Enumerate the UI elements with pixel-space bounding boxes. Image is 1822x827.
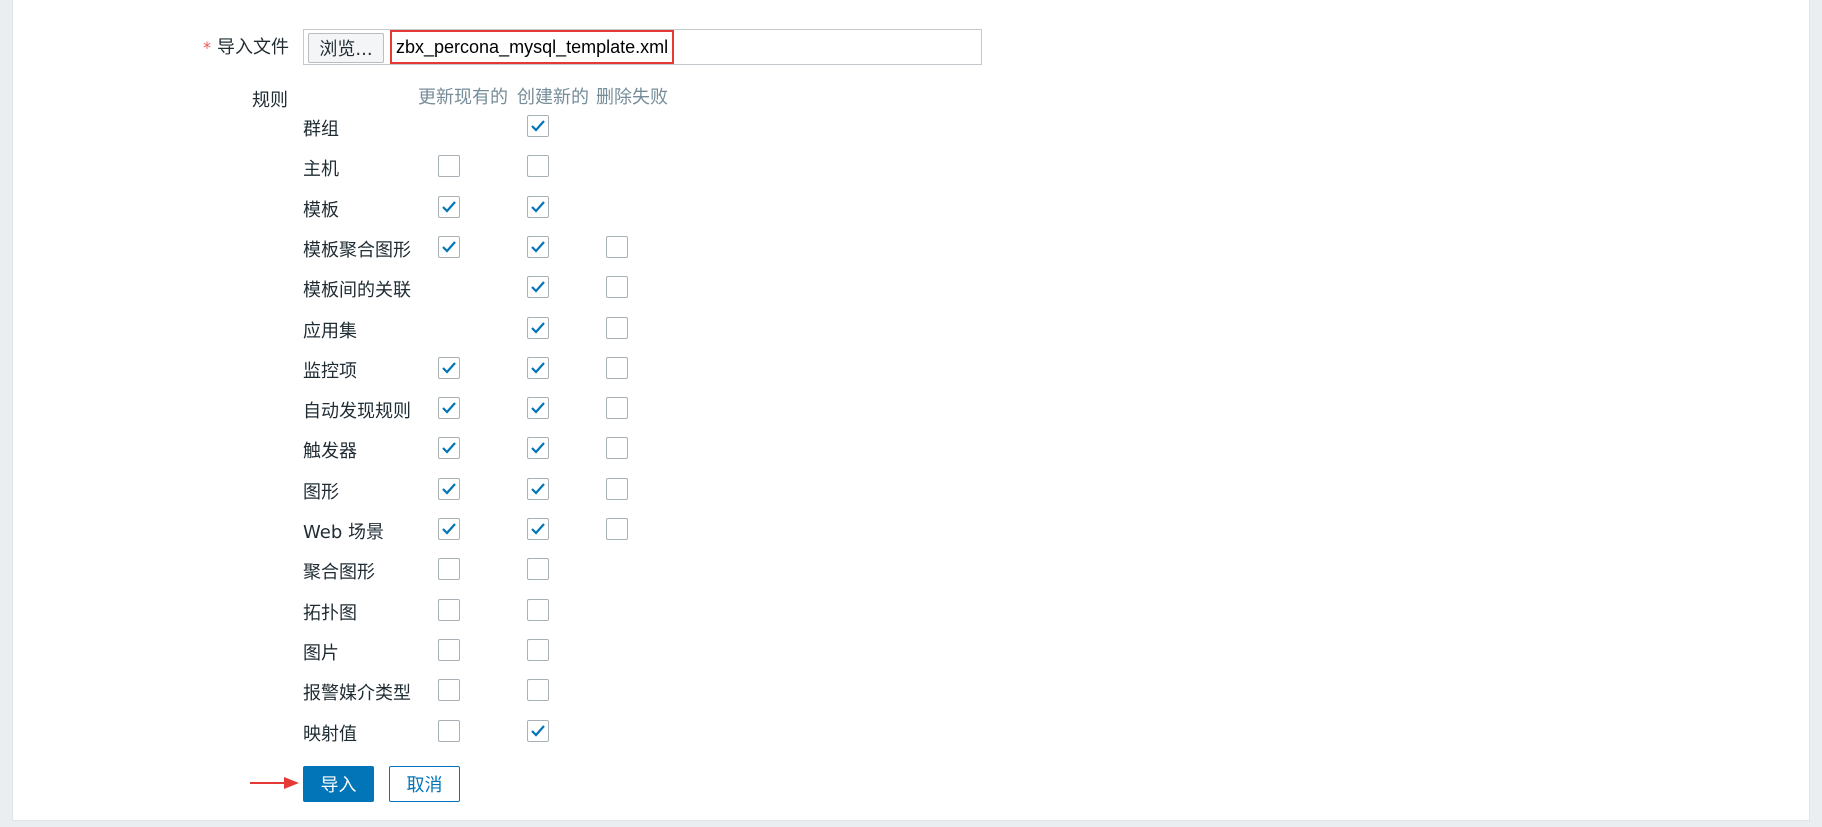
rule-label: 自动发现规则 (303, 401, 411, 423)
rule-checkbox-delete[interactable] (606, 477, 628, 500)
rule-checkbox-delete[interactable] (606, 276, 628, 299)
import-panel (12, 0, 1810, 821)
check-icon (531, 482, 545, 495)
check-icon (531, 241, 545, 253)
rule-checkbox-update[interactable] (438, 356, 460, 379)
rule-checkbox-delete[interactable] (606, 356, 628, 379)
rule-label: 主机 (303, 159, 339, 181)
rule-checkbox-update[interactable] (438, 235, 460, 258)
rule-label: 模板聚合图形 (303, 239, 411, 261)
rule-checkbox-create[interactable] (527, 276, 549, 299)
rule-label: 模板 (303, 199, 339, 221)
rule-checkbox-create[interactable] (527, 356, 549, 379)
check-icon (442, 523, 456, 535)
rule-checkbox-create[interactable] (527, 115, 549, 137)
rule-checkbox-update[interactable] (438, 719, 460, 742)
rule-checkbox-update[interactable] (438, 155, 460, 178)
rule-checkbox-update[interactable] (438, 477, 460, 500)
rule-checkbox-create[interactable] (527, 397, 549, 420)
rule-label: Web 场景 (303, 522, 384, 543)
check-icon (442, 362, 456, 374)
rule-checkbox-create[interactable] (527, 437, 549, 460)
rule-checkbox-create[interactable] (527, 235, 549, 258)
check-icon (531, 281, 545, 293)
check-icon (442, 442, 456, 454)
check-icon (531, 362, 545, 374)
rule-label: 触发器 (303, 441, 357, 463)
rule-checkbox-create[interactable] (527, 719, 549, 742)
check-icon (531, 200, 545, 213)
rule-checkbox-create[interactable] (527, 558, 549, 581)
column-header-create: 创建新的 (517, 87, 589, 108)
rule-checkbox-delete[interactable] (606, 316, 628, 339)
check-icon (531, 402, 545, 414)
rule-checkbox-create[interactable] (527, 679, 549, 702)
rule-label: 报警媒介类型 (303, 683, 411, 705)
rule-checkbox-delete[interactable] (606, 235, 628, 258)
rule-label: 映射值 (303, 723, 357, 745)
rule-checkbox-update[interactable] (438, 518, 460, 540)
rule-checkbox-create[interactable] (527, 518, 549, 540)
required-mark: * (203, 38, 211, 57)
rule-checkbox-create[interactable] (527, 195, 549, 218)
rule-label: 聚合图形 (303, 562, 375, 584)
check-icon (442, 241, 456, 253)
import-file-label: * 导入文件 (203, 33, 289, 59)
check-icon (531, 523, 545, 535)
check-icon (442, 200, 456, 213)
rule-label: 监控项 (303, 360, 357, 382)
arrow-right-icon (250, 777, 299, 789)
rule-checkbox-create[interactable] (527, 316, 549, 339)
column-header-update: 更新现有的 (418, 87, 508, 108)
rule-label: 应用集 (303, 320, 357, 342)
rule-checkbox-delete[interactable] (606, 437, 628, 460)
rule-checkbox-update[interactable] (438, 558, 460, 581)
rules-label: 规则 (252, 90, 288, 111)
rule-checkbox-update[interactable] (438, 679, 460, 702)
rule-label: 模板间的关联 (303, 280, 411, 302)
check-icon (442, 482, 456, 495)
rule-checkbox-create[interactable] (527, 155, 549, 178)
rule-checkbox-delete[interactable] (606, 518, 628, 540)
rule-label: 群组 (303, 119, 339, 140)
import-file-label-text: 导入文件 (217, 37, 289, 58)
rule-checkbox-create[interactable] (527, 638, 549, 661)
check-icon (531, 724, 545, 737)
rule-label: 图形 (303, 481, 339, 503)
selected-file-name: zbx_percona_mysql_template.xml (390, 30, 675, 64)
browse-button[interactable]: 浏览... (308, 33, 384, 63)
rule-checkbox-create[interactable] (527, 598, 549, 621)
rule-checkbox-update[interactable] (438, 397, 460, 420)
check-icon (442, 402, 456, 414)
check-icon (531, 442, 545, 454)
rule-checkbox-create[interactable] (527, 477, 549, 500)
rule-label: 拓扑图 (303, 602, 357, 624)
rule-checkbox-delete[interactable] (606, 397, 628, 420)
rule-checkbox-update[interactable] (438, 437, 460, 460)
rule-checkbox-update[interactable] (438, 598, 460, 621)
rule-checkbox-update[interactable] (438, 195, 460, 218)
check-icon (531, 120, 545, 132)
rule-label: 图片 (303, 642, 339, 664)
column-header-delete: 删除失败 (596, 87, 668, 108)
check-icon (531, 321, 545, 334)
import-button[interactable]: 导入 (303, 766, 374, 802)
rule-checkbox-update[interactable] (438, 638, 460, 661)
cancel-button[interactable]: 取消 (389, 766, 460, 802)
